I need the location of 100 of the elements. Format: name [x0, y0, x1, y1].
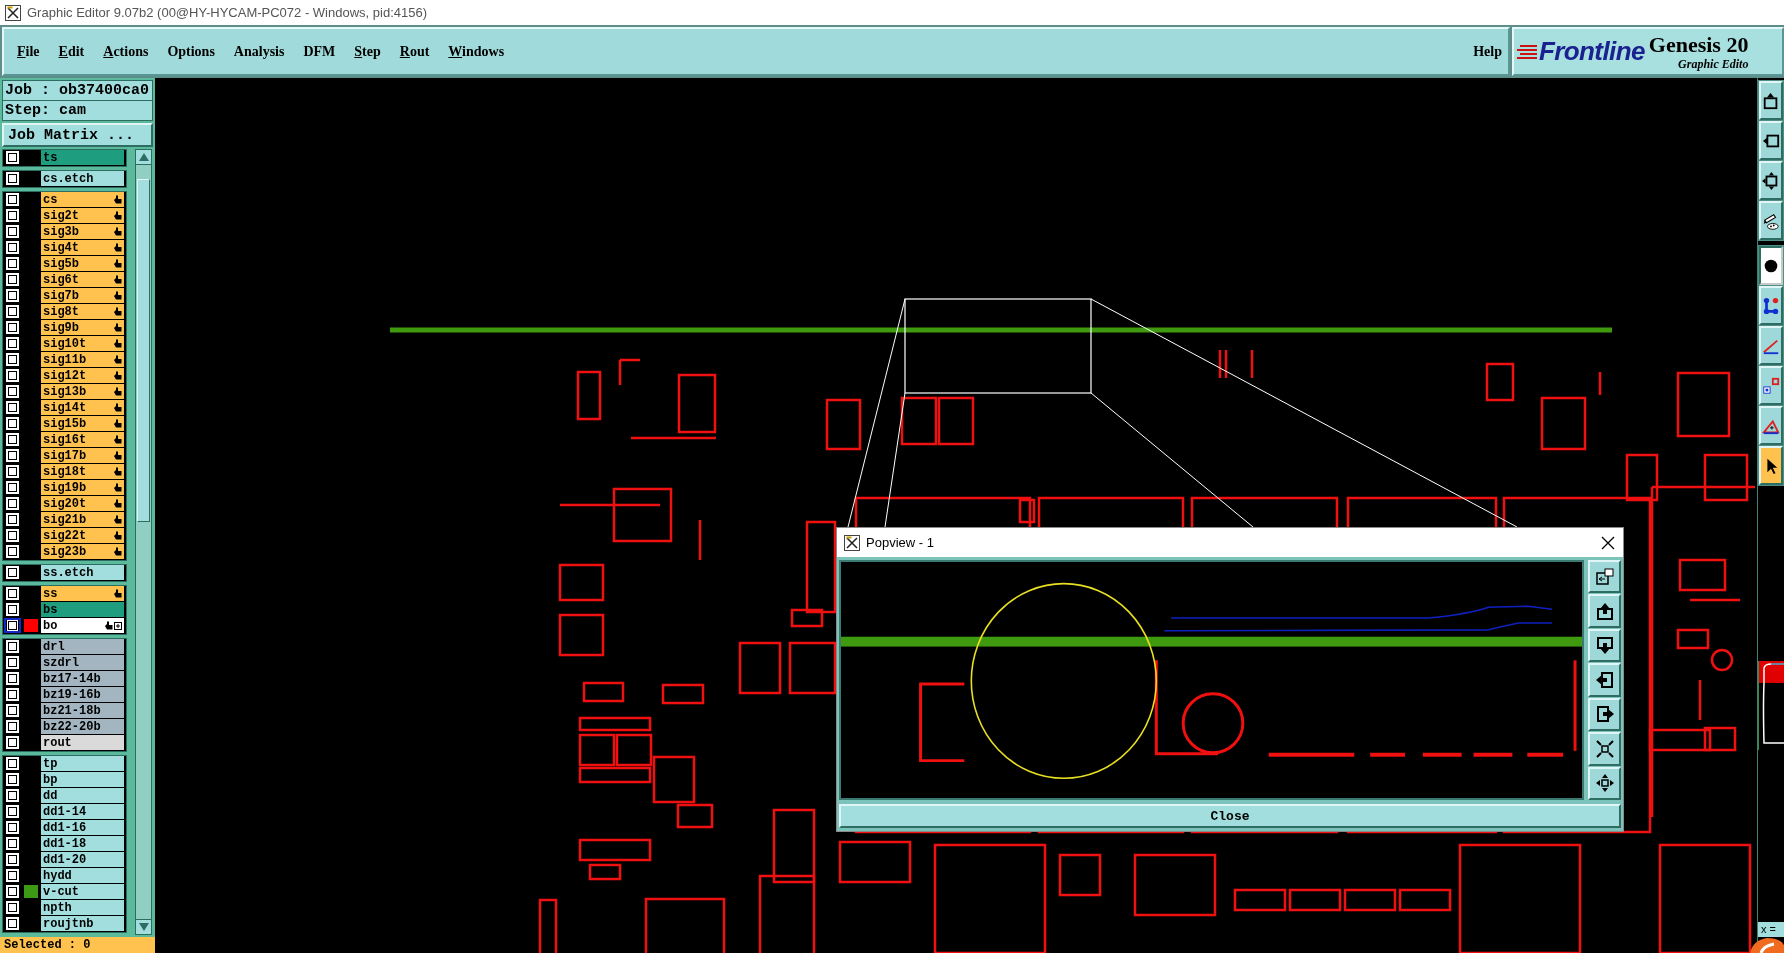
- layer-checkbox[interactable]: [6, 321, 19, 334]
- layer-item[interactable]: sig7b: [41, 288, 124, 303]
- layer-checkbox[interactable]: [6, 369, 19, 382]
- layer-item[interactable]: sig15b: [41, 416, 124, 431]
- layer-checkbox[interactable]: [6, 513, 19, 526]
- scroll-up-button[interactable]: [136, 150, 151, 165]
- layer-checkbox[interactable]: [6, 289, 19, 302]
- layer-item[interactable]: sig19b: [41, 480, 124, 495]
- toolbar-button[interactable]: [1759, 246, 1783, 285]
- layer-item[interactable]: sig12t: [41, 368, 124, 383]
- close-icon[interactable]: [1601, 535, 1615, 550]
- layer-item[interactable]: sig9b: [41, 320, 124, 335]
- layer-item[interactable]: bz19-16b: [41, 687, 124, 702]
- layer-checkbox[interactable]: [6, 757, 19, 770]
- layer-item[interactable]: sig11b: [41, 352, 124, 367]
- layer-checkbox[interactable]: [6, 837, 19, 850]
- layer-item[interactable]: cs: [41, 192, 124, 207]
- layer-item[interactable]: sig3b: [41, 224, 124, 239]
- layer-item[interactable]: sig20t: [41, 496, 124, 511]
- layer-checkbox[interactable]: [6, 704, 19, 717]
- scrollbar-thumb[interactable]: [137, 179, 150, 522]
- layer-item[interactable]: v-cut: [41, 884, 124, 899]
- layer-checkbox[interactable]: [6, 401, 19, 414]
- layer-checkbox[interactable]: [6, 257, 19, 270]
- layer-item[interactable]: sig4t: [41, 240, 124, 255]
- layer-item[interactable]: dd1-20: [41, 852, 124, 867]
- layer-checkbox[interactable]: [6, 241, 19, 254]
- layer-checkbox[interactable]: [6, 805, 19, 818]
- layer-item[interactable]: sig18t: [41, 464, 124, 479]
- view-tool-button[interactable]: [1588, 697, 1621, 732]
- layer-item[interactable]: npth: [41, 900, 124, 915]
- layer-checkbox[interactable]: [6, 720, 19, 733]
- layer-item[interactable]: bs: [41, 602, 124, 617]
- layer-item[interactable]: drl: [41, 639, 124, 654]
- layer-checkbox[interactable]: [6, 449, 19, 462]
- layer-item[interactable]: bz22-20b: [41, 719, 124, 734]
- layer-checkbox[interactable]: [6, 688, 19, 701]
- layer-item[interactable]: sig2t: [41, 208, 124, 223]
- layer-checkbox[interactable]: [6, 433, 19, 446]
- layer-item[interactable]: sig5b: [41, 256, 124, 271]
- view-tool-button[interactable]: [1588, 663, 1621, 697]
- layer-item[interactable]: ts: [41, 150, 124, 165]
- job-matrix-button[interactable]: Job Matrix ...: [2, 123, 153, 147]
- scroll-down-button[interactable]: [136, 919, 151, 934]
- layer-item[interactable]: sig22t: [41, 528, 124, 543]
- menu-item[interactable]: Windows: [448, 43, 505, 60]
- layer-item[interactable]: sig13b: [41, 384, 124, 399]
- layer-checkbox[interactable]: [6, 497, 19, 510]
- layer-item[interactable]: bz21-18b: [41, 703, 124, 718]
- layer-item[interactable]: dd1-18: [41, 836, 124, 851]
- layer-item[interactable]: ss.etch: [41, 565, 124, 580]
- layer-checkbox[interactable]: [6, 273, 19, 286]
- layer-item[interactable]: sig17b: [41, 448, 124, 463]
- layer-item[interactable]: sig10t: [41, 336, 124, 351]
- layer-checkbox[interactable]: [6, 545, 19, 558]
- layer-item[interactable]: dd: [41, 788, 124, 803]
- layer-checkbox[interactable]: [6, 773, 19, 786]
- layer-checkbox[interactable]: [6, 337, 19, 350]
- menu-item[interactable]: Step: [354, 43, 381, 60]
- layer-item[interactable]: bo: [41, 618, 124, 633]
- layer-checkbox[interactable]: [6, 353, 19, 366]
- layer-item[interactable]: sig8t: [41, 304, 124, 319]
- layer-item[interactable]: ss: [41, 586, 124, 601]
- layer-item[interactable]: bp: [41, 772, 124, 787]
- layer-checkbox[interactable]: [6, 481, 19, 494]
- view-tool-button[interactable]: [1588, 628, 1621, 663]
- view-tool-button[interactable]: [1588, 732, 1621, 766]
- layer-checkbox[interactable]: [6, 172, 19, 185]
- layer-checkbox[interactable]: [6, 821, 19, 834]
- layer-checkbox[interactable]: [6, 225, 19, 238]
- layer-item[interactable]: sig16t: [41, 432, 124, 447]
- menu-item[interactable]: Analysis: [233, 43, 285, 60]
- menu-item[interactable]: Actions: [103, 43, 149, 60]
- help-menu[interactable]: Help: [1473, 43, 1502, 60]
- menu-item[interactable]: Rout: [399, 43, 430, 60]
- menu-item[interactable]: Edit: [58, 43, 85, 60]
- layer-item[interactable]: sig14t: [41, 400, 124, 415]
- layer-checkbox[interactable]: [6, 465, 19, 478]
- layer-checkbox[interactable]: [6, 305, 19, 318]
- menu-item[interactable]: File: [17, 43, 40, 60]
- layer-checkbox[interactable]: [6, 603, 19, 616]
- layer-item[interactable]: szdrl: [41, 655, 124, 670]
- layer-item[interactable]: tp: [41, 756, 124, 771]
- layer-item[interactable]: roujtnb: [41, 916, 124, 931]
- scrollbar[interactable]: [135, 149, 152, 935]
- layer-checkbox[interactable]: [6, 917, 19, 930]
- layer-checkbox[interactable]: [6, 901, 19, 914]
- view-tool-button[interactable]: [1588, 560, 1621, 594]
- layer-item[interactable]: rout: [41, 735, 124, 750]
- layer-checkbox[interactable]: [6, 385, 19, 398]
- layer-checkbox[interactable]: [6, 151, 19, 164]
- layer-checkbox[interactable]: [6, 587, 19, 600]
- menu-item[interactable]: Options: [167, 43, 215, 60]
- layer-checkbox[interactable]: [6, 417, 19, 430]
- layer-item[interactable]: hydd: [41, 868, 124, 883]
- layer-checkbox[interactable]: [6, 672, 19, 685]
- layer-checkbox[interactable]: [6, 789, 19, 802]
- layer-checkbox[interactable]: [6, 566, 19, 579]
- layer-checkbox[interactable]: [6, 885, 19, 898]
- layer-checkbox[interactable]: [6, 529, 19, 542]
